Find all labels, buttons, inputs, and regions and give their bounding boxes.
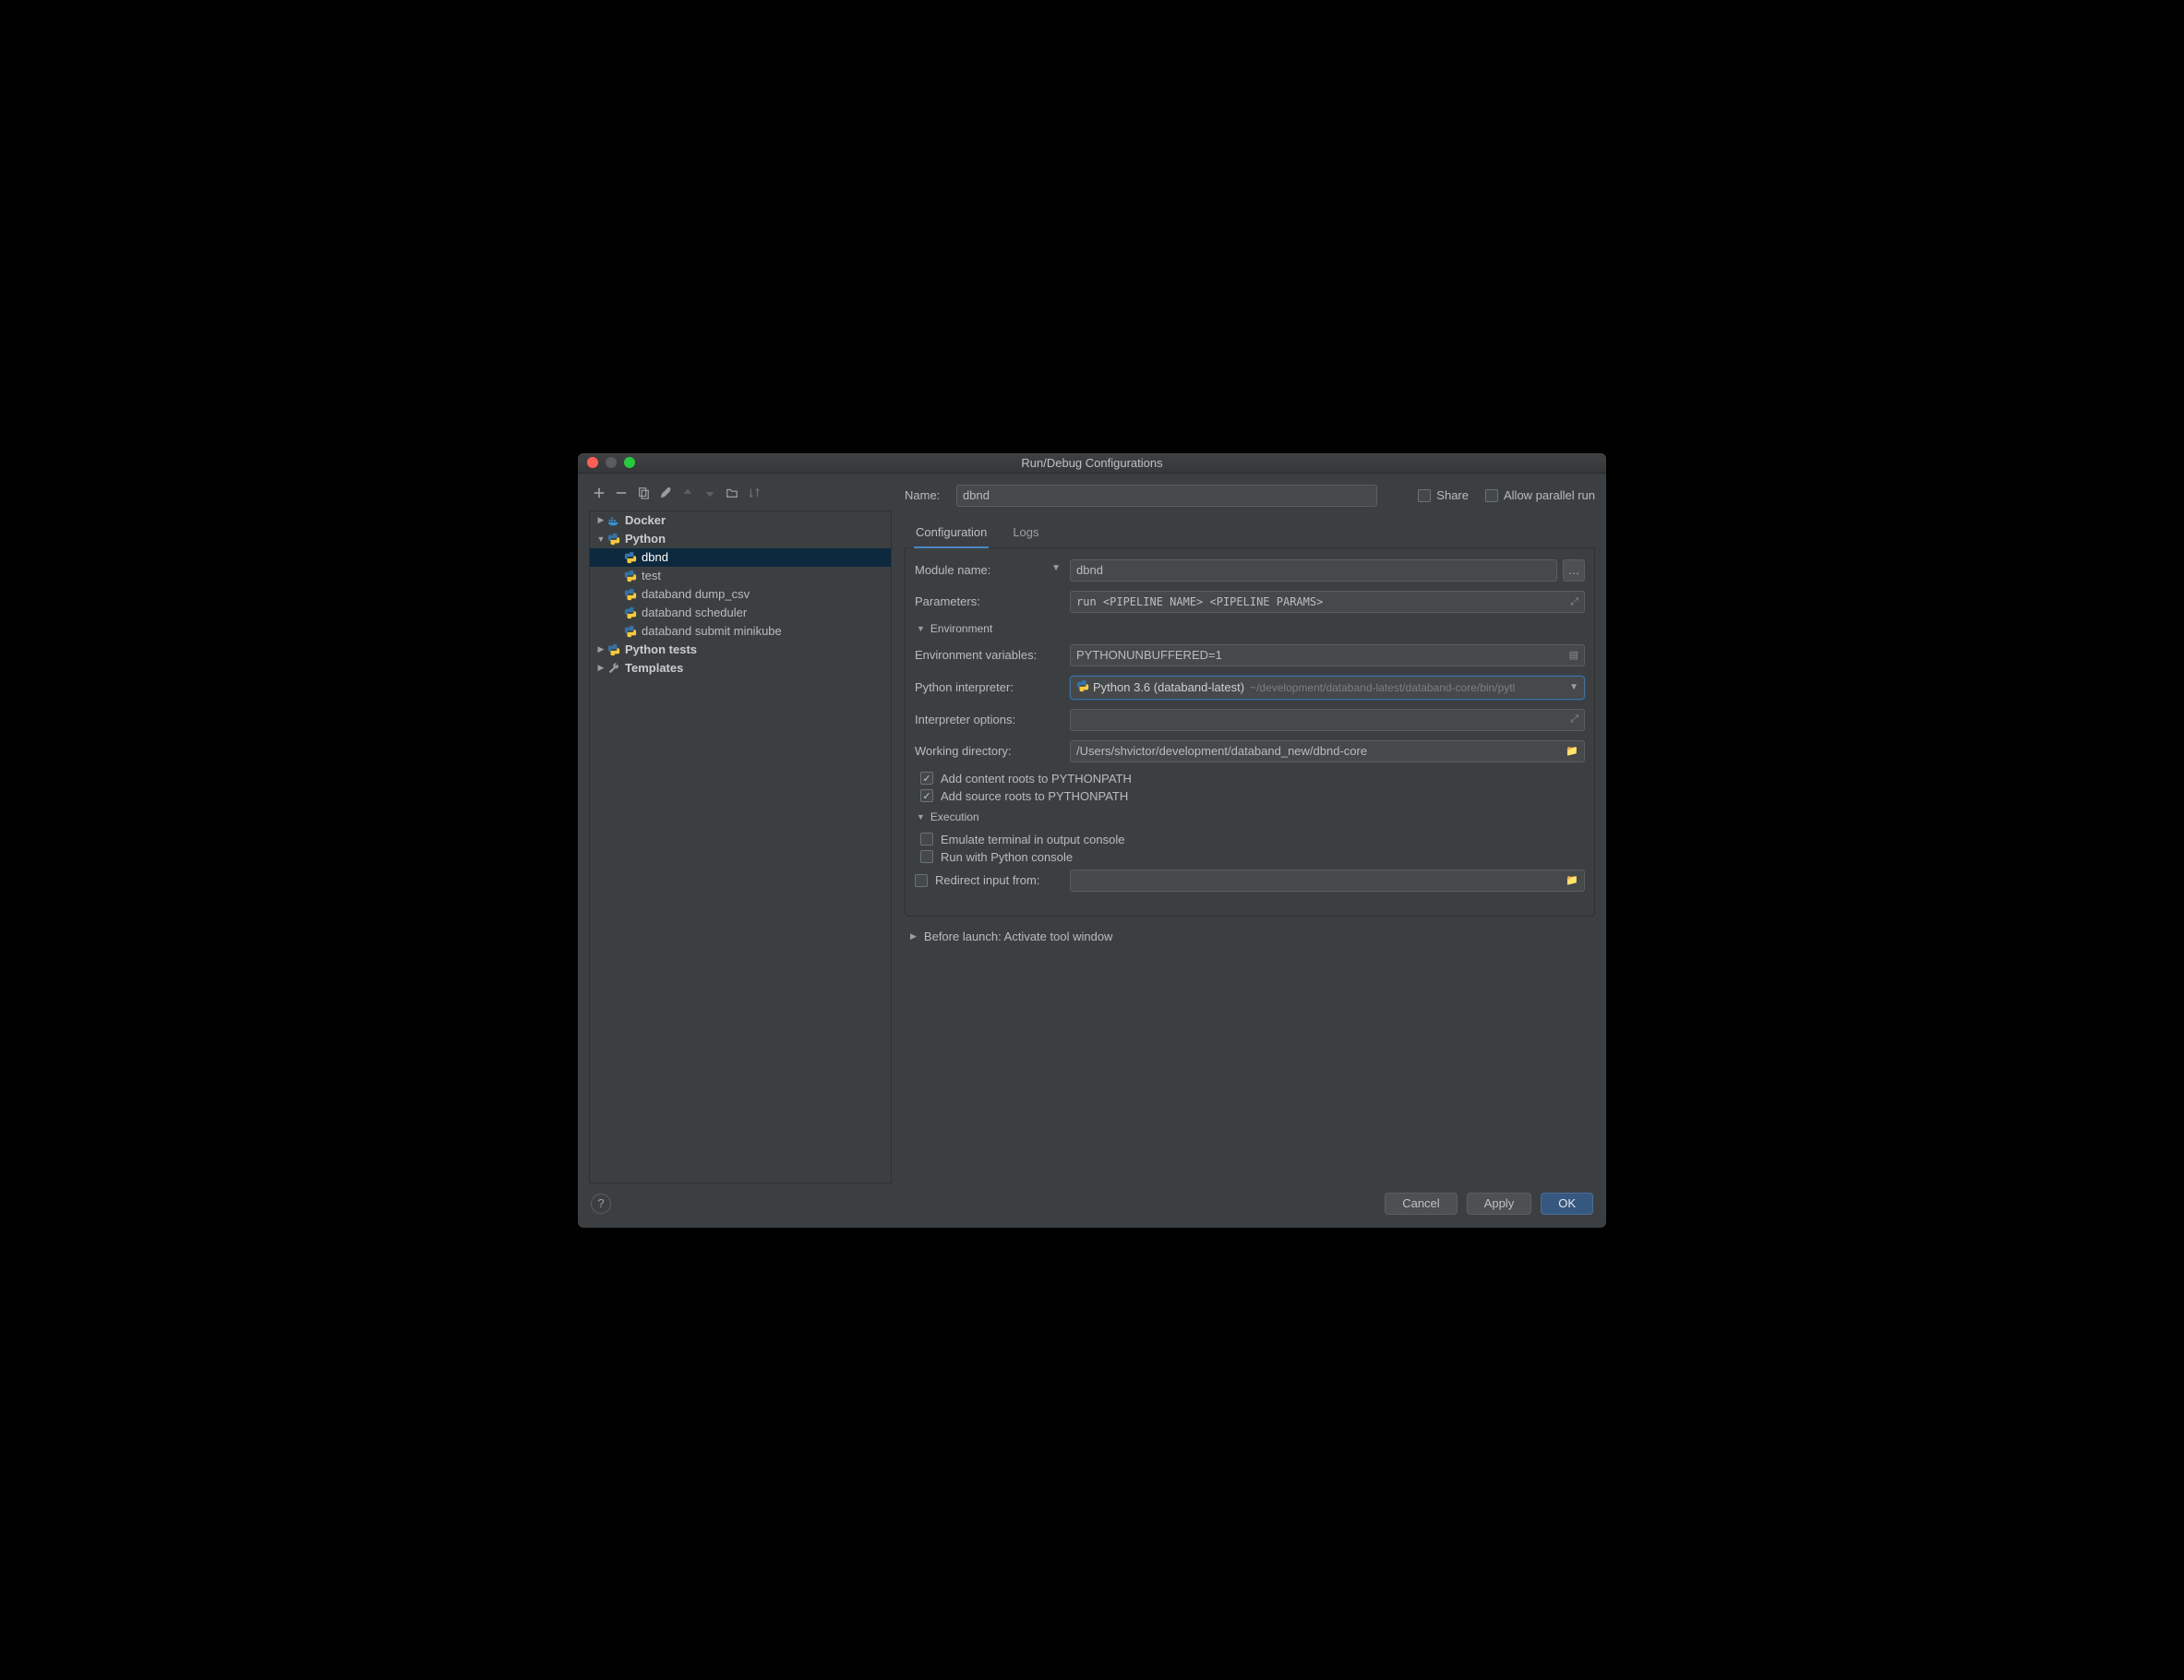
tree-leaf-submit-minikube[interactable]: databand submit minikube [590, 622, 891, 641]
apply-button[interactable]: Apply [1467, 1193, 1532, 1215]
execution-section[interactable]: ▼Execution [917, 810, 1585, 823]
sidebar: Docker Python dbnd test [589, 483, 892, 1183]
tab-configuration[interactable]: Configuration [914, 520, 989, 548]
add-content-roots-checkbox[interactable]: ✓ Add content roots to PYTHONPATH [920, 772, 1585, 786]
tree-node-label: databand dump_csv [642, 587, 750, 601]
interpreter-label: Python interpreter: [915, 680, 1070, 694]
interpreter-path: ~/development/databand-latest/databand-c… [1250, 681, 1515, 694]
expand-arrow-icon[interactable] [595, 644, 606, 654]
params-input[interactable]: run <PIPELINE NAME> <PIPELINE PARAMS> ⤢ [1070, 591, 1585, 613]
chevron-down-icon: ▼ [1569, 682, 1578, 692]
environment-section[interactable]: ▼Environment [917, 622, 1585, 635]
python-icon [623, 606, 638, 619]
python-icon [623, 588, 638, 601]
interp-opts-label: Interpreter options: [915, 713, 1070, 726]
tabs: Configuration Logs [905, 520, 1595, 548]
params-label: Parameters: [915, 594, 1070, 608]
envvars-input[interactable]: PYTHONUNBUFFERED=1 ▤ [1070, 644, 1585, 666]
expand-arrow-icon[interactable] [595, 515, 606, 525]
run-debug-config-window: Run/Debug Configurations Docker [578, 453, 1606, 1228]
tree-leaf-dbnd[interactable]: dbnd [590, 548, 891, 567]
browse-module-button[interactable]: … [1563, 559, 1585, 582]
workdir-label: Working directory: [915, 744, 1070, 758]
tree-node-label: test [642, 569, 661, 582]
run-python-console-checkbox[interactable]: Run with Python console [920, 850, 1585, 864]
python-icon [606, 533, 621, 546]
python-icon [623, 551, 638, 564]
chevron-down-icon[interactable]: ▼ [1051, 563, 1061, 573]
tree-node-label: databand scheduler [642, 606, 747, 619]
interpreter-select[interactable]: Python 3.6 (databand-latest) ~/developme… [1070, 676, 1585, 700]
share-label: Share [1436, 488, 1469, 502]
tree-leaf-dump-csv[interactable]: databand dump_csv [590, 585, 891, 604]
copy-config-icon[interactable] [637, 486, 650, 502]
parallel-label: Allow parallel run [1504, 488, 1595, 502]
python-icon [623, 570, 638, 582]
folder-icon[interactable] [726, 486, 738, 502]
parallel-checkbox[interactable]: Allow parallel run [1485, 488, 1595, 502]
add-source-roots-checkbox[interactable]: ✓ Add source roots to PYTHONPATH [920, 789, 1585, 803]
expand-icon[interactable]: ⤢ [1570, 714, 1578, 726]
collapse-arrow-icon[interactable] [595, 534, 606, 544]
add-config-icon[interactable] [593, 486, 606, 502]
envvars-label: Environment variables: [915, 648, 1070, 662]
ok-button[interactable]: OK [1541, 1193, 1593, 1215]
module-label: Module name: ▼ [915, 563, 1070, 577]
tree-node-python[interactable]: Python [590, 530, 891, 548]
expand-arrow-icon[interactable] [595, 663, 606, 673]
tree-node-docker[interactable]: Docker [590, 511, 891, 530]
docker-icon [606, 514, 621, 527]
list-icon[interactable]: ▤ [1569, 649, 1578, 661]
move-up-icon[interactable] [681, 486, 694, 502]
share-checkbox[interactable]: Share [1418, 488, 1469, 502]
expand-icon[interactable]: ⤢ [1570, 595, 1578, 608]
tree-node-label: Python [625, 532, 666, 546]
name-input[interactable] [956, 485, 1377, 507]
button-bar: ? Cancel Apply OK [578, 1183, 1606, 1228]
remove-config-icon[interactable] [615, 486, 628, 502]
sidebar-toolbar [589, 483, 892, 507]
before-launch-section[interactable]: ▶Before launch: Activate tool window [910, 930, 1595, 943]
interpreter-name: Python 3.6 (databand-latest) [1093, 680, 1244, 694]
wrench-icon [606, 662, 621, 675]
tree-node-templates[interactable]: Templates [590, 659, 891, 678]
tree-node-label: databand submit minikube [642, 624, 782, 638]
cancel-button[interactable]: Cancel [1385, 1193, 1457, 1215]
redirect-input-path[interactable]: 📁 [1070, 870, 1585, 892]
tab-logs[interactable]: Logs [1011, 520, 1040, 547]
python-icon [606, 643, 621, 656]
tree-leaf-scheduler[interactable]: databand scheduler [590, 604, 891, 622]
edit-config-icon[interactable] [659, 486, 672, 502]
tree-node-label: Python tests [625, 642, 697, 656]
python-icon [623, 625, 638, 638]
module-input[interactable]: dbnd [1070, 559, 1557, 582]
sort-icon[interactable] [748, 486, 761, 502]
window-title: Run/Debug Configurations [578, 456, 1606, 470]
config-panel: Module name: ▼ dbnd … Parameters: run <P… [905, 548, 1595, 917]
titlebar: Run/Debug Configurations [578, 453, 1606, 474]
python-icon [1076, 679, 1089, 695]
interp-opts-input[interactable]: ⤢ [1070, 709, 1585, 731]
name-label: Name: [905, 488, 947, 502]
workdir-input[interactable]: /Users/shvictor/development/databand_new… [1070, 740, 1585, 762]
redirect-input-checkbox[interactable]: Redirect input from: [915, 873, 1070, 887]
folder-icon[interactable]: 📁 [1566, 745, 1578, 757]
config-tree[interactable]: Docker Python dbnd test [589, 510, 892, 1183]
move-down-icon[interactable] [703, 486, 716, 502]
tree-node-label: Docker [625, 513, 666, 527]
emulate-terminal-checkbox[interactable]: Emulate terminal in output console [920, 833, 1585, 846]
tree-node-python-tests[interactable]: Python tests [590, 641, 891, 659]
help-button[interactable]: ? [591, 1194, 611, 1214]
tree-node-label: dbnd [642, 550, 668, 564]
tree-leaf-test[interactable]: test [590, 567, 891, 585]
main-panel: Name: Share Allow parallel run Configura… [892, 483, 1595, 1183]
tree-node-label: Templates [625, 661, 683, 675]
folder-icon[interactable]: 📁 [1566, 874, 1578, 886]
